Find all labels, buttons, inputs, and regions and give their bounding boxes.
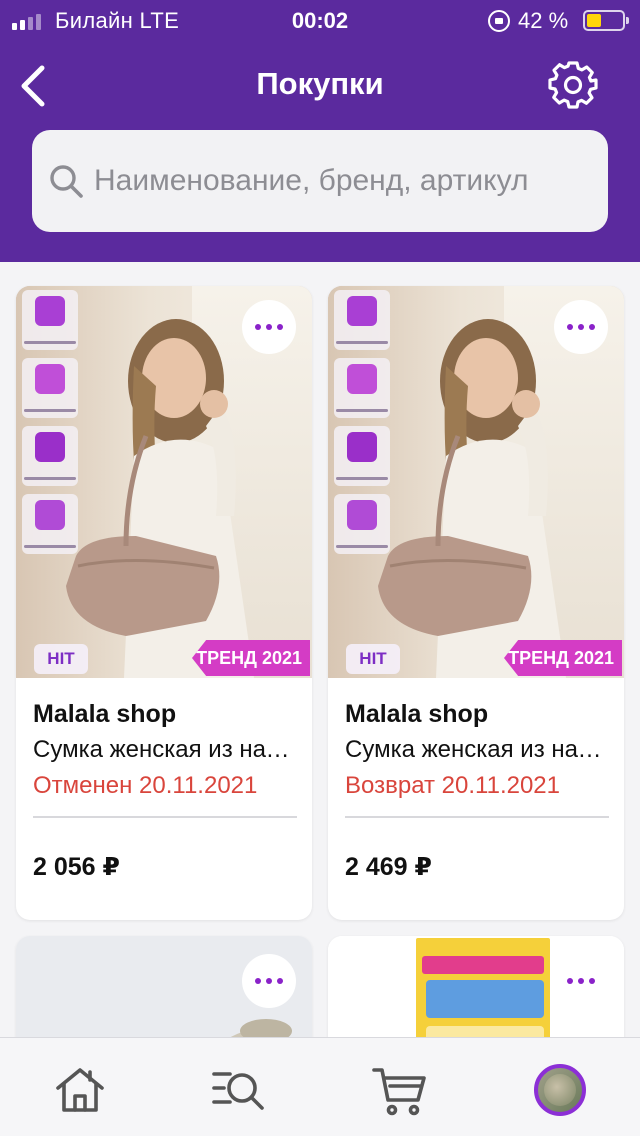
bottom-tab-bar xyxy=(0,1037,640,1136)
tab-cart[interactable] xyxy=(370,1060,430,1120)
tab-home[interactable] xyxy=(50,1060,110,1120)
tab-catalog-search[interactable] xyxy=(208,1060,268,1120)
product-feature-icons xyxy=(334,290,394,660)
more-dots-icon xyxy=(255,978,261,984)
product-feature-icons xyxy=(22,290,82,660)
cart-icon xyxy=(372,1068,426,1116)
order-status: Отменен 20.11.2021 xyxy=(33,772,258,799)
product-brand: Malala shop xyxy=(345,700,489,728)
product-image[interactable]: HIT ТРЕНД 2021 xyxy=(328,286,624,678)
battery-level xyxy=(587,14,601,27)
battery-percent: 42 % xyxy=(518,8,569,33)
trend-badge: ТРЕНД 2021 xyxy=(504,640,622,676)
card-divider xyxy=(33,816,297,818)
status-bar: Билайн LTE 00:02 42 % xyxy=(0,0,640,42)
tab-profile[interactable] xyxy=(530,1060,590,1120)
purchases-grid: HIT ТРЕНД 2021 Malala shop Сумка женская… xyxy=(0,262,640,1037)
product-image[interactable] xyxy=(328,936,624,1037)
product-image[interactable] xyxy=(16,936,312,1037)
app-header: Покупки xyxy=(0,42,640,262)
gear-icon xyxy=(548,61,598,109)
page-title: Покупки xyxy=(256,66,384,101)
product-photo xyxy=(416,938,550,1037)
search-input[interactable] xyxy=(94,154,604,208)
product-price: 2 056 ₽ xyxy=(33,853,120,881)
more-dots-icon xyxy=(567,978,573,984)
purchase-card[interactable]: HIT ТРЕНД 2021 Malala shop Сумка женская… xyxy=(16,286,312,920)
settings-button[interactable] xyxy=(548,60,598,110)
more-options-button[interactable] xyxy=(242,954,296,1008)
search-icon xyxy=(50,165,83,198)
catalog-search-icon xyxy=(212,1072,264,1110)
battery-icon xyxy=(583,10,629,31)
back-button[interactable] xyxy=(14,62,54,110)
product-image[interactable]: HIT ТРЕНД 2021 xyxy=(16,286,312,678)
purchase-card[interactable] xyxy=(16,936,312,1037)
more-dots-icon xyxy=(567,324,573,330)
product-name: Сумка женская из натуральной кожи xyxy=(33,736,299,763)
product-brand: Malala shop xyxy=(33,700,177,728)
profile-avatar-icon xyxy=(534,1064,586,1116)
more-options-button[interactable] xyxy=(554,954,608,1008)
home-icon xyxy=(56,1068,104,1112)
order-status: Возврат 20.11.2021 xyxy=(345,772,561,799)
product-name: Сумка женская из натуральной кожи xyxy=(345,736,611,763)
trend-badge: ТРЕНД 2021 xyxy=(192,640,310,676)
orientation-lock-icon xyxy=(488,10,510,32)
more-options-button[interactable] xyxy=(554,300,608,354)
hit-badge: HIT xyxy=(346,644,400,674)
product-price: 2 469 ₽ xyxy=(345,853,432,881)
purchase-card[interactable] xyxy=(328,936,624,1037)
more-dots-icon xyxy=(255,324,261,330)
search-box[interactable] xyxy=(32,130,608,232)
purchase-card[interactable]: HIT ТРЕНД 2021 Malala shop Сумка женская… xyxy=(328,286,624,920)
card-divider xyxy=(345,816,609,818)
chevron-left-icon xyxy=(21,65,45,107)
hit-badge: HIT xyxy=(34,644,88,674)
more-options-button[interactable] xyxy=(242,300,296,354)
